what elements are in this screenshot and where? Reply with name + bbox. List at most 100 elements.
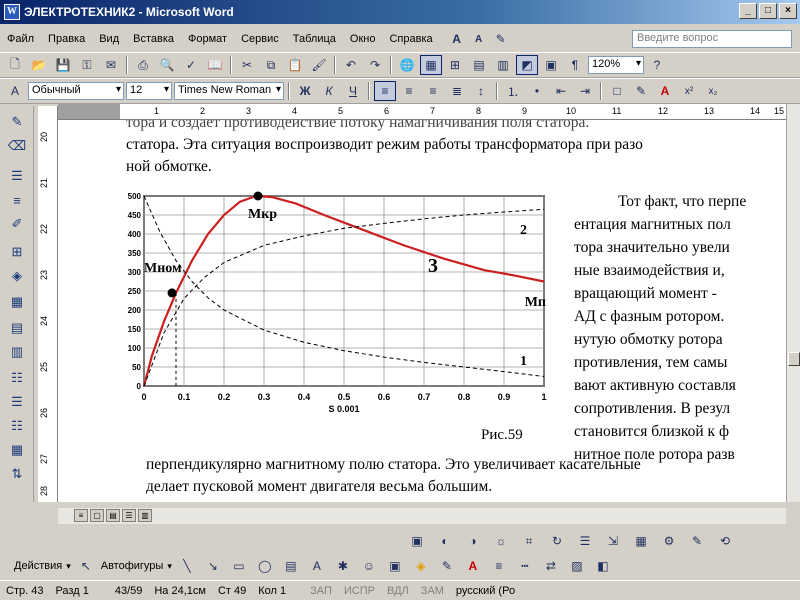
new-document-icon[interactable]: 🗋 — [4, 55, 26, 75]
shadow-icon[interactable]: ▨ — [566, 556, 588, 576]
underline-button[interactable]: Ч — [342, 81, 364, 101]
diagram-icon[interactable]: ✱ — [332, 556, 354, 576]
open-folder-icon[interactable]: 📂 — [28, 55, 50, 75]
draw-actions-button[interactable]: Действия — [14, 560, 62, 572]
document-page[interactable]: тора и создает противодействие потоку на… — [58, 120, 786, 502]
border-icon[interactable]: □ — [606, 81, 628, 101]
border-color-icon[interactable]: ✐ — [6, 214, 28, 234]
document-map-icon[interactable]: ▣ — [540, 55, 562, 75]
sort-icon[interactable]: ⇅ — [6, 464, 28, 484]
paste-icon[interactable]: 📋 — [284, 55, 306, 75]
increase-indent-icon[interactable]: ⇥ — [574, 81, 596, 101]
3d-icon[interactable]: ◧ — [592, 556, 614, 576]
research-icon[interactable]: 📖 — [204, 55, 226, 75]
line-style-icon[interactable]: ☰ — [6, 166, 28, 186]
columns-icon[interactable]: ▥ — [492, 55, 514, 75]
normal-view-icon[interactable]: ≡ — [74, 509, 88, 522]
outside-border-icon[interactable]: ⊞ — [6, 242, 28, 262]
bold-button[interactable]: Ж — [294, 81, 316, 101]
line-style-icon[interactable]: ☰ — [574, 531, 596, 551]
hyperlink-icon[interactable]: 🌐 — [396, 55, 418, 75]
menu-window[interactable]: Окно — [343, 33, 383, 45]
clipart-icon[interactable]: ☺ — [358, 556, 380, 576]
line-spacing-icon[interactable]: ↕ — [470, 81, 492, 101]
print-layout-icon[interactable]: ▤ — [106, 509, 120, 522]
pencil-icon[interactable]: ✎ — [6, 112, 28, 132]
menu-insert[interactable]: Вставка — [126, 33, 181, 45]
help-icon[interactable]: ? — [646, 55, 668, 75]
redo-icon[interactable]: ↷ — [364, 55, 386, 75]
font-select[interactable]: Times New Roman — [174, 82, 284, 100]
shrink-font-icon[interactable]: A — [468, 29, 490, 49]
text-wrap-icon[interactable]: ▦ — [630, 531, 652, 551]
color-icon[interactable]: ◐ — [434, 531, 456, 551]
textbox-icon[interactable]: ▤ — [280, 556, 302, 576]
align-right-icon[interactable]: ≡ — [422, 81, 444, 101]
style-select[interactable]: Обычный — [28, 82, 124, 100]
horizontal-scrollbar[interactable] — [58, 508, 786, 524]
cut-icon[interactable]: ✂ — [236, 55, 258, 75]
oval-icon[interactable]: ◯ — [254, 556, 276, 576]
insert-picture-icon[interactable]: ▣ — [406, 531, 428, 551]
eraser-icon[interactable]: ⌫ — [6, 136, 28, 156]
insert-table-icon[interactable]: ▦ — [6, 292, 28, 312]
minimize-button[interactable]: _ — [739, 3, 757, 19]
status-ext[interactable]: ВДЛ — [381, 585, 415, 597]
align-center-icon[interactable]: ≡ — [398, 81, 420, 101]
transparent-color-icon[interactable]: ✎ — [686, 531, 708, 551]
format-picture-icon[interactable]: ⚙ — [658, 531, 680, 551]
font-size-select[interactable]: 12 — [126, 82, 172, 100]
arrow-style-icon[interactable]: ⇄ — [540, 556, 562, 576]
distribute-columns-icon[interactable]: ☷ — [6, 416, 28, 436]
align-left-icon[interactable]: ≡ — [374, 81, 396, 101]
bullets-icon[interactable]: • — [526, 81, 548, 101]
word-app-icon[interactable]: W — [4, 4, 20, 20]
spelling-icon[interactable]: ✓ — [180, 55, 202, 75]
contrast-icon[interactable]: ◑ — [462, 531, 484, 551]
rotate-icon[interactable]: ↻ — [546, 531, 568, 551]
outline-view-icon[interactable]: ☰ — [122, 509, 136, 522]
grow-font-icon[interactable]: A — [446, 29, 468, 49]
numbering-icon[interactable]: ⒈ — [502, 81, 524, 101]
drawing-icon[interactable]: ◩ — [516, 55, 538, 75]
tables-borders-icon[interactable]: ▦ — [420, 55, 442, 75]
brightness-icon[interactable]: ☼ — [490, 531, 512, 551]
scroll-thumb[interactable] — [788, 352, 800, 366]
save-icon[interactable]: 💾 — [52, 55, 74, 75]
print-preview-icon[interactable]: 🔍 — [156, 55, 178, 75]
arrow-icon[interactable]: ↘ — [202, 556, 224, 576]
superscript-icon[interactable]: x² — [678, 81, 700, 101]
highlight-color-icon[interactable]: ✎ — [630, 81, 652, 101]
zoom-select[interactable]: 120% — [588, 56, 644, 74]
show-formatting-icon[interactable]: ¶ — [564, 55, 586, 75]
reading-view-icon[interactable]: ▥ — [138, 509, 152, 522]
menu-table[interactable]: Таблица — [286, 33, 343, 45]
crop-icon[interactable]: ⌗ — [518, 531, 540, 551]
menu-view[interactable]: Вид — [92, 33, 126, 45]
compress-icon[interactable]: ⇲ — [602, 531, 624, 551]
menu-help[interactable]: Справка — [382, 33, 439, 45]
print-icon[interactable]: ⎙ — [132, 55, 154, 75]
justify-icon[interactable]: ≣ — [446, 81, 468, 101]
rectangle-icon[interactable]: ▭ — [228, 556, 250, 576]
copy-icon[interactable]: ⧉ — [260, 55, 282, 75]
autoshapes-button[interactable]: Автофигуры — [101, 560, 164, 572]
autoformat-table-icon[interactable]: ▦ — [6, 440, 28, 460]
permission-icon[interactable]: ⚿ — [76, 55, 98, 75]
shading-icon[interactable]: ◈ — [6, 266, 28, 286]
vertical-scrollbar[interactable] — [786, 104, 800, 502]
decrease-indent-icon[interactable]: ⇤ — [550, 81, 572, 101]
mail-icon[interactable]: ✉ — [100, 55, 122, 75]
line-icon[interactable]: ╲ — [176, 556, 198, 576]
close-button[interactable]: × — [779, 3, 797, 19]
line-style-icon[interactable]: ≡ — [488, 556, 510, 576]
status-trk[interactable]: ИСПР — [338, 585, 381, 597]
merge-cells-icon[interactable]: ▤ — [6, 318, 28, 338]
status-ovr[interactable]: ЗАМ — [415, 585, 450, 597]
fill-color-icon[interactable]: ◈ — [410, 556, 432, 576]
status-rec[interactable]: ЗАП — [292, 585, 338, 597]
line-weight-icon[interactable]: ≡ — [6, 190, 28, 210]
select-objects-icon[interactable]: ↖ — [75, 556, 97, 576]
highlight-icon[interactable]: ✎ — [490, 29, 512, 49]
menu-format[interactable]: Формат — [181, 33, 234, 45]
